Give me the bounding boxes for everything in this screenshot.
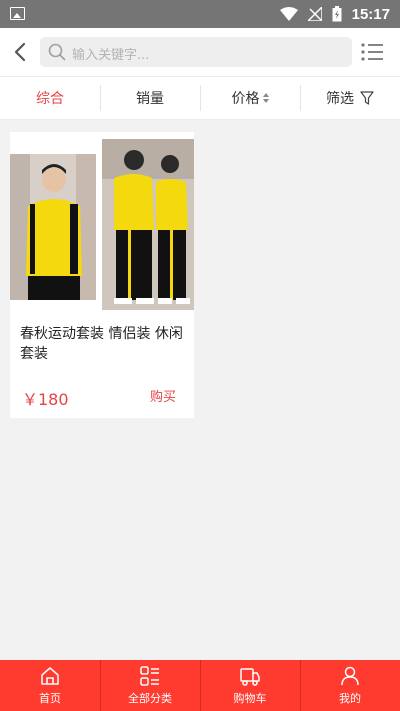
tab-price[interactable]: 价格 [200,77,300,119]
product-image[interactable] [10,138,194,310]
gallery-notification-icon [10,7,25,20]
header: 输入关键字... [0,28,400,76]
product-name[interactable]: 春秋运动套装 情侣装 休闲套装 [20,324,186,364]
nav-category[interactable]: 全部分类 [100,660,200,711]
no-signal-icon [307,7,322,21]
product-price: ￥180 [22,390,69,409]
search-icon [48,43,66,61]
sort-arrows-icon [262,93,269,103]
nav-mine[interactable]: 我的 [300,660,400,711]
filter-funnel-icon [360,91,374,105]
user-icon [341,666,359,686]
nav-home-label: 首页 [39,692,61,705]
tab-comprehensive[interactable]: 综合 [0,77,100,119]
nav-home[interactable]: 首页 [0,660,100,711]
bottom-nav: 首页 全部分类 购物车 我的 [0,660,400,711]
back-arrow-icon[interactable] [8,37,34,67]
nav-cart-label: 购物车 [233,692,267,705]
buy-button[interactable]: 购买 [150,386,176,405]
sort-tabs: 综合 销量 价格 筛选 [0,76,400,120]
search-placeholder: 输入关键字... [72,48,150,63]
search-input[interactable]: 输入关键字... [40,37,352,67]
wifi-icon [279,7,298,21]
clock: 15:17 [351,5,390,23]
nav-category-label: 全部分类 [128,692,172,705]
tab-filter[interactable]: 筛选 [300,77,400,119]
list-menu-icon[interactable] [360,40,384,64]
nav-cart[interactable]: 购物车 [200,660,300,711]
status-bar: 15:17 [0,0,400,28]
home-icon [41,667,59,685]
battery-charging-icon [332,6,342,22]
product-card[interactable]: 春秋运动套装 情侣装 休闲套装 ￥180 购买 [10,132,194,418]
cart-truck-icon [240,668,260,686]
category-icon [140,666,159,686]
nav-mine-label: 我的 [339,692,361,705]
tab-sales[interactable]: 销量 [100,77,200,119]
